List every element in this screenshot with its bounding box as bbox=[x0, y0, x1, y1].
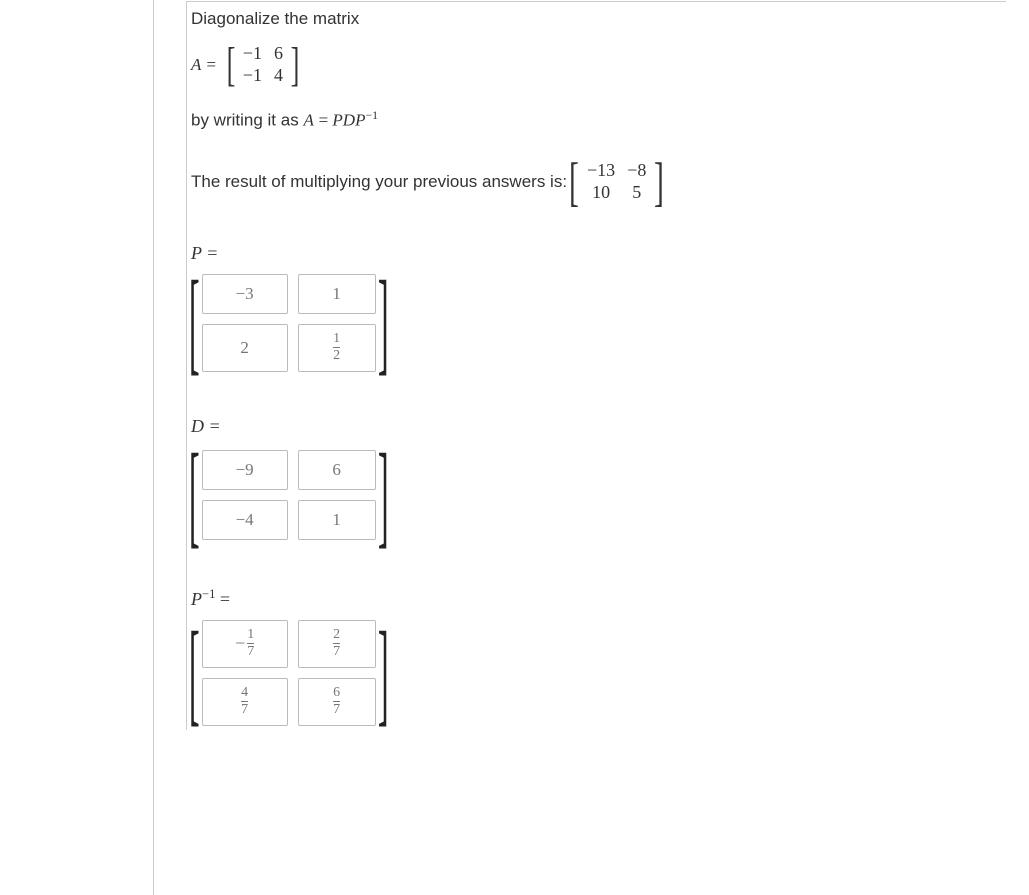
Pinv-input-10[interactable]: 47 bbox=[202, 678, 288, 726]
D-input-11[interactable]: 1 bbox=[298, 500, 376, 540]
A-label: A = bbox=[191, 55, 217, 75]
frac-1-2: 12 bbox=[333, 332, 340, 363]
P-input-10[interactable]: 2 bbox=[202, 324, 288, 372]
frac-1-7: 17 bbox=[247, 628, 254, 659]
frac-6-7: 67 bbox=[333, 686, 340, 717]
decomp-prefix: by writing it as bbox=[191, 111, 303, 130]
Pinv-sup: −1 bbox=[202, 587, 215, 601]
A-10: −1 bbox=[237, 65, 268, 87]
frac-4-7: 47 bbox=[241, 686, 248, 717]
D-input-01[interactable]: 6 bbox=[298, 450, 376, 490]
matrix-Pinv-input: [ −17 27 47 67 ] bbox=[193, 616, 1006, 730]
frac-2-7: 27 bbox=[333, 628, 340, 659]
matrix-D-input: [ −9 6 −4 1 ] bbox=[193, 443, 1006, 547]
A-01: 6 bbox=[268, 43, 289, 65]
decomp-eq: = bbox=[319, 111, 333, 130]
Pinv-label: P−1 = bbox=[191, 587, 1006, 610]
Pinv-input-00[interactable]: −17 bbox=[202, 620, 288, 668]
Pinv-input-01[interactable]: 27 bbox=[298, 620, 376, 668]
result-matrix: [ −13 −8 10 5 ] bbox=[567, 155, 666, 209]
P-input-01[interactable]: 1 bbox=[298, 274, 376, 314]
matrix-A-definition: A = [ −1 6 −1 4 ] bbox=[191, 41, 1006, 89]
result-text: The result of multiplying your previous … bbox=[191, 172, 567, 192]
R-01: −8 bbox=[621, 160, 652, 182]
A-11: 4 bbox=[268, 65, 289, 87]
D-label: D = bbox=[191, 416, 1006, 437]
decomposition-line: by writing it as A = PDP−1 bbox=[191, 107, 1006, 133]
D-input-00[interactable]: −9 bbox=[202, 450, 288, 490]
D-input-10[interactable]: −4 bbox=[202, 500, 288, 540]
decomp-rhs: PDP bbox=[332, 111, 365, 130]
R-10: 10 bbox=[581, 182, 621, 204]
P-label: P = bbox=[191, 243, 1006, 264]
P-input-11[interactable]: 12 bbox=[298, 324, 376, 372]
decomp-A: A bbox=[303, 111, 313, 130]
A-00: −1 bbox=[237, 43, 268, 65]
result-row: The result of multiplying your previous … bbox=[191, 155, 1006, 209]
matrix-P-input: [ −3 1 2 12 ] bbox=[193, 270, 1006, 376]
P-input-00[interactable]: −3 bbox=[202, 274, 288, 314]
R-00: −13 bbox=[581, 160, 621, 182]
decomp-sup: −1 bbox=[365, 108, 378, 122]
matrix-A: [ −1 6 −1 4 ] bbox=[225, 41, 301, 89]
Pinv-eq: = bbox=[215, 589, 230, 609]
R-11: 5 bbox=[621, 182, 652, 204]
intro-text: Diagonalize the matrix bbox=[191, 8, 1006, 31]
Pinv-base: P bbox=[191, 589, 202, 609]
Pinv-input-11[interactable]: 67 bbox=[298, 678, 376, 726]
